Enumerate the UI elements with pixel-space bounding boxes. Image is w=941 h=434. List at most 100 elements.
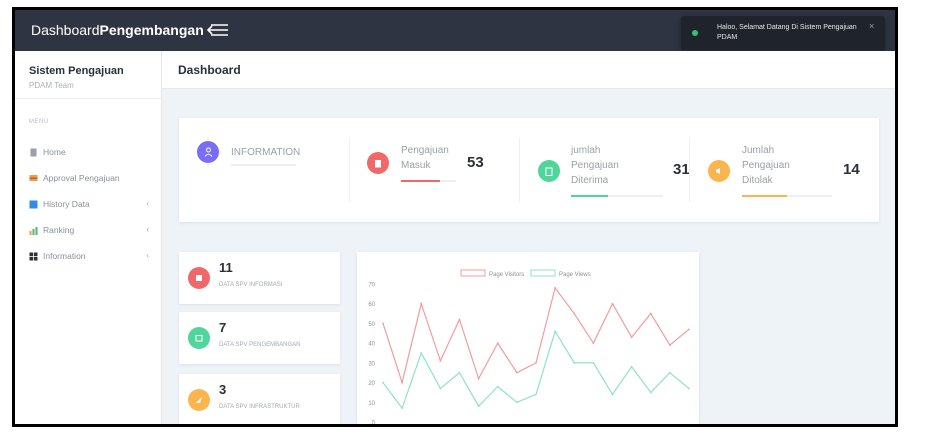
masuk-progress (401, 180, 456, 182)
divider (689, 138, 690, 202)
stat-card-infrastruktur[interactable]: 3 DATA SPV INFRASTRUKTUR (179, 374, 340, 424)
data-point (592, 361, 595, 364)
y-tick-label: 10 (368, 401, 375, 407)
sidebar-item-label: Information (43, 251, 86, 261)
brand-logo[interactable]: DashboardPengembangan (31, 22, 204, 38)
y-tick-label: 20 (368, 381, 375, 387)
diterima-label-line: jumlah (571, 145, 601, 156)
sidebar-item-ranking[interactable]: Ranking ‹ (15, 217, 161, 243)
stat-label: DATA SPV INFORMASI (219, 282, 283, 288)
sidebar-item-label: History Data (43, 199, 90, 209)
y-tick-label: 0 (372, 421, 376, 427)
y-tick-label: 60 (368, 302, 375, 308)
sidebar-item-approval[interactable]: Approval Pengajuan (15, 165, 161, 191)
grid-icon (29, 252, 38, 260)
diterima-count: 31 (673, 161, 690, 178)
sidebar-item-information[interactable]: Information ‹ (15, 243, 161, 269)
visitors-chart-card: 0102030405060701234567891011121314151617… (357, 252, 699, 427)
information-progress (231, 164, 296, 166)
diterima-label: jumlah Pengajuan Diterima (571, 143, 619, 188)
data-point (573, 361, 576, 364)
data-point (496, 385, 499, 388)
stat-card-informasi[interactable]: 11 DATA SPV INFORMASI (179, 252, 340, 304)
data-point (592, 342, 595, 345)
calendar-icon (188, 327, 210, 349)
diterima-label-line: Diterima (571, 175, 609, 186)
x-tick-label: 12 (590, 426, 597, 427)
welcome-toast: Haloo, Selamat Datang Di Sistem Pengajua… (681, 16, 885, 50)
rocket-icon (188, 389, 210, 411)
data-point (420, 302, 423, 305)
sidebar-item-label: Approval Pengajuan (43, 173, 120, 183)
legend-label: Page Views (559, 272, 591, 278)
divider (349, 138, 350, 202)
status-dot-icon (692, 30, 698, 36)
brand-bold: Pengembangan (99, 22, 204, 38)
data-point (668, 371, 671, 374)
data-point (439, 387, 442, 390)
data-point (382, 381, 384, 384)
stat-value: 3 (219, 382, 227, 397)
x-tick-label: 5 (458, 426, 462, 427)
sidebar-item-home[interactable]: Home (15, 139, 161, 165)
ditolak-label: Jumlah Pengajuan Ditolak (742, 143, 790, 188)
diterima-progress-fill (571, 195, 608, 197)
data-point (515, 401, 518, 404)
sidebar-subtitle: PDAM Team (29, 81, 74, 90)
series-line (382, 329, 690, 410)
data-point (554, 330, 557, 333)
chevron-left-icon: ‹ (146, 251, 149, 260)
x-tick-label: 9 (534, 426, 538, 427)
chevron-left-icon: ‹ (146, 225, 149, 234)
y-tick-label: 70 (368, 283, 375, 289)
legend-swatch (530, 269, 556, 277)
data-point (630, 336, 633, 339)
sidebar-item-label: Ranking (43, 225, 75, 235)
x-tick-label: 4 (439, 426, 443, 427)
diterima-label-line: Pengajuan (571, 160, 619, 171)
data-point (515, 371, 518, 374)
menu-toggle-icon[interactable] (207, 22, 229, 38)
data-point (649, 391, 652, 394)
x-tick-label: 14 (628, 426, 635, 427)
menu-heading: MENU (29, 119, 49, 125)
information-label: INFORMATION (231, 147, 301, 158)
data-point (688, 328, 690, 331)
x-tick-label: 15 (647, 426, 654, 427)
data-point (382, 322, 384, 325)
ditolak-label-line: Jumlah (742, 145, 775, 156)
x-tick-label: 1 (381, 426, 385, 427)
stat-label: DATA SPV INFRASTRUKTUR (219, 404, 300, 410)
sidebar-title: Sistem Pengajuan (29, 65, 124, 77)
ditolak-progress (742, 195, 832, 197)
data-point (649, 312, 652, 315)
data-point (401, 407, 404, 410)
x-tick-label: 2 (400, 426, 404, 427)
stat-value: 11 (219, 260, 233, 275)
diterima-progress (571, 195, 663, 197)
x-tick-label: 8 (515, 426, 519, 427)
toast-message: Haloo, Selamat Datang Di Sistem Pengajua… (717, 24, 857, 41)
stat-card-pengembangan[interactable]: 7 DATA SPV PENGEMBANGAN (179, 312, 340, 364)
bar-chart-icon (29, 226, 38, 235)
masuk-label: Pengajuan Masuk (401, 143, 449, 173)
masuk-label-line: Pengajuan (401, 145, 449, 156)
x-tick-label: 11 (571, 426, 578, 427)
top-navbar: DashboardPengembangan Haloo, Selamat Dat… (15, 10, 895, 51)
chevron-left-icon: ‹ (146, 199, 149, 208)
x-tick-label: 10 (552, 426, 559, 427)
data-point (477, 377, 480, 380)
sidebar-item-history[interactable]: History Data ‹ (15, 191, 161, 217)
legend-swatch (460, 269, 486, 277)
data-point (477, 405, 480, 408)
data-point (668, 344, 671, 347)
megaphone-icon (708, 160, 730, 182)
x-tick-label: 13 (609, 426, 616, 427)
y-tick-label: 40 (368, 342, 375, 348)
toast-close-button[interactable]: × (869, 21, 874, 31)
masuk-count: 53 (467, 154, 484, 171)
stat-label: DATA SPV PENGEMBANGAN (219, 342, 301, 348)
data-point (611, 302, 614, 305)
data-point (420, 352, 423, 354)
information-card: INFORMATION Pengajuan Masuk 53 jumlah Pe… (179, 118, 879, 222)
